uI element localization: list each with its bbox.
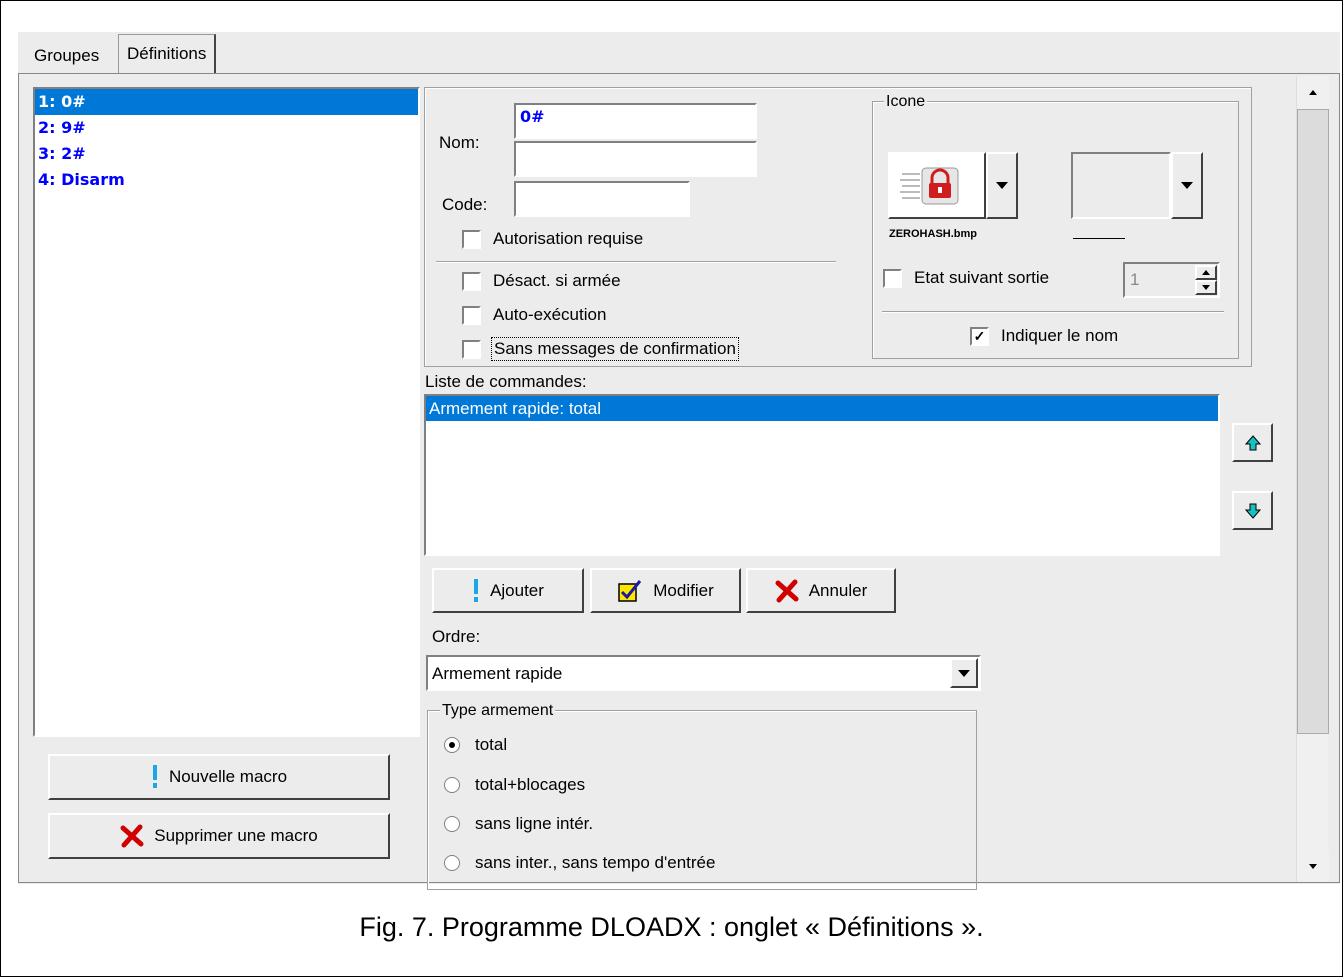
option-total-blocages: total+blocages bbox=[475, 775, 586, 794]
red-x-icon bbox=[120, 824, 144, 848]
chevron-up-icon bbox=[1309, 89, 1317, 95]
name-field-2[interactable] bbox=[514, 141, 757, 177]
checkbox-edit-icon bbox=[618, 579, 642, 602]
scroll-down-button[interactable] bbox=[1297, 850, 1329, 882]
delete-macro-label: Supprimer une macro bbox=[154, 826, 318, 845]
scroll-up-button[interactable] bbox=[1297, 76, 1329, 108]
no-confirm-checkbox[interactable] bbox=[462, 340, 481, 359]
commands-label: Liste de commandes: bbox=[425, 372, 587, 391]
tab-definitions[interactable]: Définitions bbox=[118, 34, 217, 74]
icon-file-name: ZEROHASH.bmp bbox=[889, 228, 977, 240]
icon2-dropdown-button[interactable] bbox=[1171, 152, 1203, 219]
name-label: Nom: bbox=[439, 133, 480, 152]
radio-sans-ligne[interactable] bbox=[444, 816, 460, 832]
order-value: Armement rapide bbox=[432, 664, 563, 683]
new-macro-label: Nouvelle macro bbox=[168, 767, 288, 786]
exclamation-icon bbox=[474, 578, 479, 602]
chevron-up-icon bbox=[1202, 270, 1210, 275]
arm-type-title: Type armement bbox=[440, 702, 556, 720]
option-sans-ligne: sans ligne intér. bbox=[475, 814, 594, 833]
divider bbox=[882, 311, 1224, 313]
tab-groupes[interactable]: Groupes bbox=[26, 42, 107, 70]
lock-icon bbox=[900, 167, 959, 205]
auto-exec-label: Auto-exécution bbox=[493, 305, 607, 324]
list-item[interactable]: Armement rapide: total bbox=[426, 396, 1218, 421]
icon-dropdown-button[interactable] bbox=[986, 152, 1018, 219]
new-macro-button[interactable]: Nouvelle macro bbox=[48, 754, 390, 800]
code-field[interactable] bbox=[514, 181, 690, 217]
list-item[interactable]: 2: 9# bbox=[35, 115, 418, 141]
cancel-button[interactable]: Annuler bbox=[746, 568, 896, 613]
chevron-down-icon bbox=[996, 182, 1008, 189]
auth-required-label: Autorisation requise bbox=[493, 229, 644, 248]
exclamation-icon bbox=[152, 765, 157, 788]
option-total: total bbox=[475, 735, 508, 754]
order-dropdown-button[interactable] bbox=[950, 658, 978, 688]
radio-sans-inter[interactable] bbox=[444, 855, 460, 871]
next-state-label: Etat suivant sortie bbox=[914, 268, 1050, 287]
modify-label: Modifier bbox=[653, 580, 714, 600]
scroll-thumb[interactable] bbox=[1297, 109, 1329, 734]
icon2-preview[interactable] bbox=[1071, 152, 1171, 219]
next-state-checkbox[interactable] bbox=[883, 269, 902, 288]
add-button[interactable]: Ajouter bbox=[432, 568, 584, 613]
spin-up-button[interactable] bbox=[1195, 265, 1217, 280]
modify-button[interactable]: Modifier bbox=[590, 568, 741, 613]
macro-list[interactable]: 1: 0# 2: 9# 3: 2# 4: Disarm bbox=[33, 87, 420, 737]
commands-list[interactable]: Armement rapide: total bbox=[424, 394, 1220, 556]
show-name-label: Indiquer le nom bbox=[1001, 326, 1119, 345]
next-state-value: 1 bbox=[1130, 270, 1140, 289]
no-confirm-label: Sans messages de confirmation bbox=[491, 337, 739, 361]
scrollbar[interactable] bbox=[1296, 76, 1329, 882]
red-x-icon bbox=[775, 579, 799, 602]
order-select[interactable]: Armement rapide bbox=[426, 655, 981, 691]
chevron-down-icon bbox=[1202, 285, 1210, 290]
radio-total-blocages[interactable] bbox=[444, 777, 460, 793]
arrow-down-icon bbox=[1244, 503, 1261, 519]
arrow-up-icon bbox=[1244, 434, 1261, 450]
radio-total[interactable] bbox=[444, 737, 460, 753]
icon-preview[interactable] bbox=[888, 152, 986, 219]
disable-if-armed-checkbox[interactable] bbox=[462, 272, 481, 291]
code-label: Code: bbox=[442, 195, 488, 214]
list-item[interactable]: 3: 2# bbox=[35, 141, 418, 167]
disable-if-armed-label: Désact. si armée bbox=[493, 271, 621, 290]
name-field[interactable]: 0# bbox=[514, 103, 757, 139]
chevron-down-icon bbox=[958, 669, 970, 677]
order-label: Ordre: bbox=[432, 627, 481, 646]
figure-caption: Fig. 7. Programme DLOADX : onglet « Défi… bbox=[359, 912, 984, 942]
add-label: Ajouter bbox=[490, 580, 544, 600]
chevron-down-icon bbox=[1181, 182, 1193, 189]
cancel-label: Annuler bbox=[808, 580, 868, 600]
delete-macro-button[interactable]: Supprimer une macro bbox=[48, 813, 390, 859]
list-item[interactable]: 1: 0# bbox=[35, 89, 418, 115]
radio-dot bbox=[449, 742, 455, 748]
divider bbox=[436, 261, 836, 263]
icon2-underline bbox=[1073, 238, 1125, 239]
next-state-spinner[interactable]: 1 bbox=[1123, 262, 1220, 298]
chevron-down-icon bbox=[1309, 863, 1317, 869]
move-up-button[interactable] bbox=[1232, 423, 1273, 462]
auth-required-checkbox[interactable] bbox=[462, 230, 481, 249]
move-down-button[interactable] bbox=[1232, 491, 1273, 530]
list-item[interactable]: 4: Disarm bbox=[35, 167, 418, 193]
show-name-checkbox[interactable]: ✓ bbox=[970, 327, 989, 346]
option-sans-inter: sans inter., sans tempo d'entrée bbox=[475, 853, 716, 872]
icon-group-title: Icone bbox=[884, 93, 928, 111]
spin-down-button[interactable] bbox=[1195, 280, 1217, 295]
auto-exec-checkbox[interactable] bbox=[462, 306, 481, 325]
